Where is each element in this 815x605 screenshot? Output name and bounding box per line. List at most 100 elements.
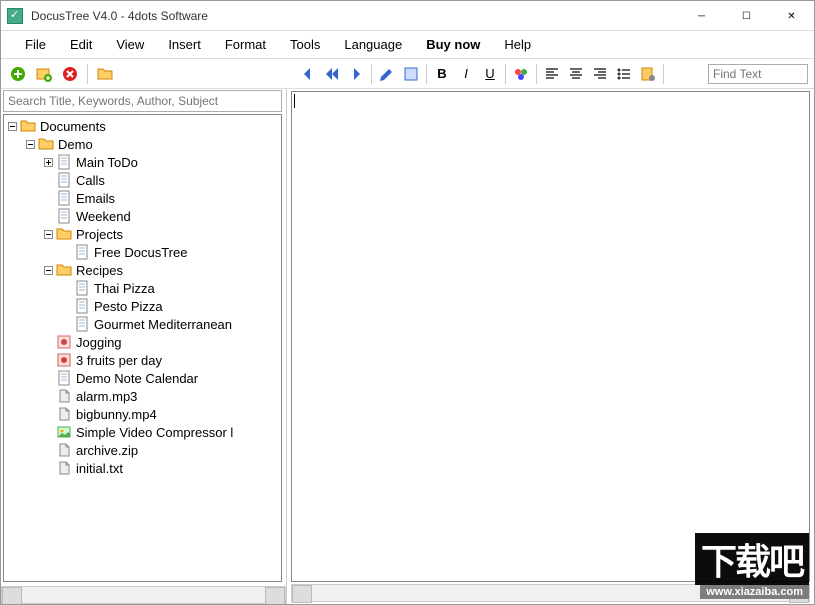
activity-icon <box>56 352 72 368</box>
tree-node-label: Recipes <box>76 263 123 278</box>
left-hscrollbar[interactable] <box>1 586 286 604</box>
separator <box>536 64 537 84</box>
text-cursor <box>294 94 295 108</box>
app-window: DocusTree V4.0 - 4dots Software ─ ☐ ✕ Fi… <box>0 0 815 605</box>
color-button[interactable] <box>510 63 532 85</box>
tree-spacer <box>60 300 72 312</box>
doc-icon <box>74 316 90 332</box>
tree-node[interactable]: Calls <box>6 171 279 189</box>
add-button[interactable] <box>7 63 29 85</box>
options-button[interactable] <box>637 63 659 85</box>
editor-hscrollbar[interactable] <box>291 584 810 602</box>
bullet-list-button[interactable] <box>613 63 635 85</box>
collapse-icon[interactable] <box>6 120 18 132</box>
doc-icon <box>56 190 72 206</box>
close-button[interactable]: ✕ <box>769 1 814 31</box>
separator <box>426 64 427 84</box>
tree-node[interactable]: Simple Video Compressor l <box>6 423 279 441</box>
file-icon <box>56 406 72 422</box>
tree-node[interactable]: initial.txt <box>6 459 279 477</box>
editor-area[interactable] <box>291 91 810 582</box>
menu-format[interactable]: Format <box>213 33 278 56</box>
italic-button[interactable]: I <box>455 63 477 85</box>
menu-help[interactable]: Help <box>492 33 543 56</box>
underline-button[interactable]: U <box>479 63 501 85</box>
tree-node[interactable]: archive.zip <box>6 441 279 459</box>
expand-icon[interactable] <box>42 156 54 168</box>
doc-icon <box>74 298 90 314</box>
tree-node-label: Pesto Pizza <box>94 299 163 314</box>
tree-node-label: Weekend <box>76 209 131 224</box>
menu-file[interactable]: File <box>13 33 58 56</box>
collapse-icon[interactable] <box>24 138 36 150</box>
tree-node-label: Documents <box>40 119 106 134</box>
tree-node-label: Demo Note Calendar <box>76 371 198 386</box>
tree-node[interactable]: Emails <box>6 189 279 207</box>
tree-node[interactable]: Jogging <box>6 333 279 351</box>
tree-node[interactable]: Main ToDo <box>6 153 279 171</box>
align-right-button[interactable] <box>589 63 611 85</box>
folder-icon <box>20 118 36 134</box>
tree-view[interactable]: DocumentsDemo Main ToDo CallsEmails Weekend… <box>3 114 282 582</box>
highlight-button[interactable] <box>400 63 422 85</box>
tree-node[interactable]: Demo Note Calendar <box>6 369 279 387</box>
doc-icon <box>56 154 72 170</box>
tree-node[interactable]: Gourmet Mediterranean <box>6 315 279 333</box>
tree-node[interactable]: Demo <box>6 135 279 153</box>
menu-tools[interactable]: Tools <box>278 33 332 56</box>
tree-node-label: Calls <box>76 173 105 188</box>
menu-insert[interactable]: Insert <box>156 33 213 56</box>
edit-button[interactable] <box>376 63 398 85</box>
bold-button[interactable]: B <box>431 63 453 85</box>
delete-button[interactable] <box>59 63 81 85</box>
activity-icon <box>56 334 72 350</box>
tree-spacer <box>42 372 54 384</box>
menu-buy-now[interactable]: Buy now <box>414 33 492 56</box>
tree-node[interactable]: Thai Pizza <box>6 279 279 297</box>
menu-edit[interactable]: Edit <box>58 33 104 56</box>
align-center-button[interactable] <box>565 63 587 85</box>
menubar: FileEditViewInsertFormatToolsLanguageBuy… <box>1 31 814 59</box>
tree-spacer <box>42 444 54 456</box>
collapse-icon[interactable] <box>42 228 54 240</box>
tree-node[interactable]: Pesto Pizza <box>6 297 279 315</box>
file-icon <box>56 442 72 458</box>
menu-language[interactable]: Language <box>332 33 414 56</box>
tree-node-label: Main ToDo <box>76 155 138 170</box>
tree-node[interactable]: Documents <box>6 117 279 135</box>
tree-node[interactable]: bigbunny.mp4 <box>6 405 279 423</box>
nav-forward-button[interactable] <box>345 63 367 85</box>
maximize-button[interactable]: ☐ <box>724 1 769 31</box>
tree-node[interactable]: Free DocusTree <box>6 243 279 261</box>
doc-icon <box>56 370 72 386</box>
tree-node-label: Thai Pizza <box>94 281 155 296</box>
nav-back-all-button[interactable] <box>321 63 343 85</box>
folder-icon <box>56 226 72 242</box>
tree-node[interactable]: alarm.mp3 <box>6 387 279 405</box>
find-input[interactable] <box>708 64 808 84</box>
folder-button[interactable] <box>94 63 116 85</box>
align-left-button[interactable] <box>541 63 563 85</box>
tree-node[interactable]: Recipes <box>6 261 279 279</box>
tree-node[interactable]: Weekend <box>6 207 279 225</box>
add-child-button[interactable] <box>33 63 55 85</box>
tree-node-label: alarm.mp3 <box>76 389 137 404</box>
minimize-button[interactable]: ─ <box>679 1 724 31</box>
tree-node-label: Free DocusTree <box>94 245 187 260</box>
tree-spacer <box>42 174 54 186</box>
tree-node-label: Simple Video Compressor l <box>76 425 233 440</box>
tree-node[interactable]: Projects <box>6 225 279 243</box>
search-input[interactable] <box>3 90 282 112</box>
editor-toolbar: B I U <box>293 63 808 85</box>
tree-spacer <box>60 282 72 294</box>
tree-node[interactable]: 3 fruits per day <box>6 351 279 369</box>
nav-back-button[interactable] <box>297 63 319 85</box>
tree-node-label: 3 fruits per day <box>76 353 162 368</box>
app-icon <box>7 8 23 24</box>
folder-icon <box>56 262 72 278</box>
separator <box>663 64 664 84</box>
tree-spacer <box>42 210 54 222</box>
image-icon <box>56 424 72 440</box>
menu-view[interactable]: View <box>104 33 156 56</box>
collapse-icon[interactable] <box>42 264 54 276</box>
